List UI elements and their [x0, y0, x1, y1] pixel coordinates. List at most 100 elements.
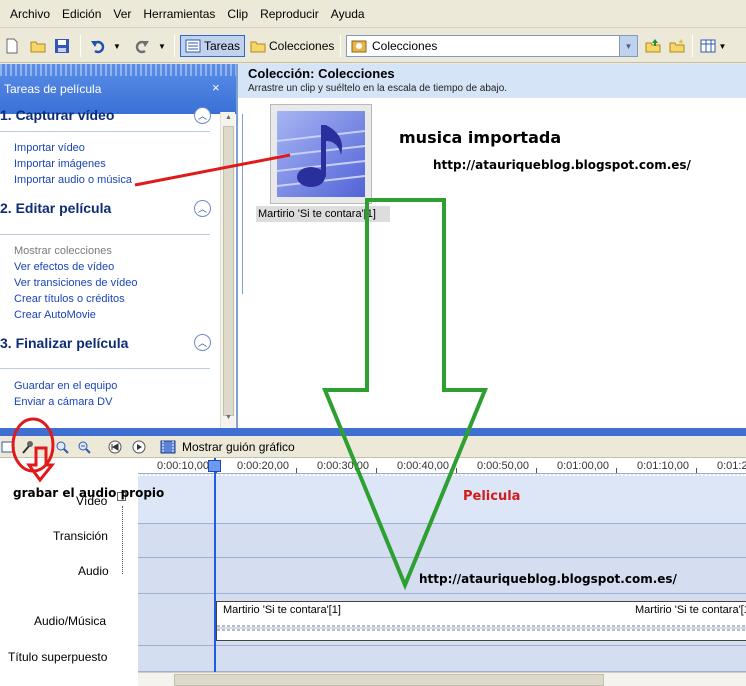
task-send-dv[interactable]: Enviar a cámara DV [14, 396, 112, 408]
tick-label: 0:00:10,00 [157, 460, 209, 472]
menu-ver[interactable]: Ver [107, 0, 137, 28]
redo-dropdown-button[interactable]: ▼ [157, 35, 167, 57]
menu-archivo[interactable]: Archivo [4, 0, 56, 28]
timeline-icon [1, 441, 15, 453]
menu-edicion[interactable]: Edición [56, 0, 107, 28]
close-icon[interactable]: × [212, 80, 220, 95]
task-pane-scrollbar[interactable]: ▲ ▼ [220, 112, 235, 428]
task-import-audio[interactable]: Importar audio o música [14, 174, 132, 186]
task-pane-title: Tareas de película [4, 82, 102, 96]
collapse-up-icon[interactable]: ︿ [194, 107, 211, 124]
annotation-grabar: grabar el audio propio [13, 486, 165, 500]
section-divider [0, 234, 210, 235]
collections-button[interactable]: Colecciones [246, 35, 338, 57]
collapse-up-icon[interactable]: ︿ [194, 200, 211, 217]
film-strip-icon [160, 440, 176, 454]
section-divider [0, 368, 210, 369]
tasks-toggle-button[interactable]: Tareas [180, 35, 246, 57]
tick-mark [376, 468, 377, 473]
task-show-collections: Mostrar colecciones [14, 245, 112, 257]
timeline-toolbar: Mostrar guión gráfico [0, 436, 746, 458]
scrollbar-thumb[interactable] [223, 126, 234, 416]
track-label-title-overlay: Título superpuesto [8, 650, 108, 664]
zoom-in-button[interactable] [54, 439, 70, 455]
task-list-icon [185, 39, 201, 53]
annotation-pelicula: Pelicula [463, 489, 521, 504]
undo-dropdown-button[interactable]: ▼ [112, 35, 122, 57]
menu-reproducir[interactable]: Reproducir [254, 0, 325, 28]
collection-select[interactable]: Colecciones ▼ [346, 35, 638, 57]
zoom-in-icon [56, 441, 69, 454]
menu-herramientas[interactable]: Herramientas [137, 0, 221, 28]
collection-title: Colección: Colecciones [248, 66, 395, 81]
new-file-icon [6, 38, 18, 54]
chevron-down-icon: ▼ [113, 41, 121, 51]
collections-label: Colecciones [269, 39, 335, 53]
tick-label: 0:00:40,00 [397, 460, 449, 472]
task-video-transitions[interactable]: Ver transiciones de vídeo [14, 277, 138, 289]
time-ruler[interactable]: 0:00:10,00 0:00:20,00 0:00:30,00 0:00:40… [138, 458, 746, 474]
open-project-button[interactable] [29, 35, 47, 57]
music-clip[interactable]: Martirio 'Si te contara'[1] Martirio 'Si… [216, 601, 746, 641]
track-bracket [122, 506, 123, 574]
task-video-effects[interactable]: Ver efectos de vídeo [14, 261, 114, 273]
tick-label: 0:00:30,00 [317, 460, 369, 472]
movie-tasks-pane: Tareas de película × 1. Capturar vídeo ︿… [0, 64, 236, 428]
undo-button[interactable] [88, 35, 108, 57]
task-titles-credits[interactable]: Crear títulos o créditos [14, 293, 125, 305]
menu-ayuda[interactable]: Ayuda [325, 0, 371, 28]
playhead[interactable] [214, 458, 216, 672]
menu-bar: Archivo Edición Ver Herramientas Clip Re… [0, 0, 746, 28]
up-level-button[interactable] [644, 35, 662, 57]
music-clip-label-2: Martirio 'Si te contara'[1 [635, 604, 746, 616]
rewind-button[interactable] [107, 439, 123, 455]
task-import-images[interactable]: Importar imágenes [14, 158, 106, 170]
play-timeline-button[interactable] [131, 439, 147, 455]
save-project-button[interactable] [53, 35, 71, 57]
main-toolbar: ▼ ▼ Tareas Colecciones Colecciones ▼ ▼ [0, 29, 746, 63]
transition-track[interactable] [138, 524, 746, 558]
collapse-up-icon[interactable]: ︿ [194, 334, 211, 351]
collection-header: Colección: Colecciones Arrastre un clip … [238, 64, 746, 98]
rewind-icon [108, 440, 122, 454]
tick-label: 0:01:00,00 [557, 460, 609, 472]
section-divider [0, 131, 210, 132]
title-overlay-track[interactable] [138, 646, 746, 672]
timeline-view-button[interactable] [0, 439, 16, 455]
new-collection-button[interactable] [668, 35, 686, 57]
menu-clip[interactable]: Clip [221, 0, 254, 28]
section-edit-title[interactable]: 2. Editar película [0, 200, 111, 216]
collection-divider [242, 114, 243, 294]
music-clip-label: Martirio 'Si te contara'[1] [223, 604, 341, 616]
task-import-video[interactable]: Importar vídeo [14, 142, 85, 154]
scrollbar-thumb[interactable] [174, 674, 604, 686]
task-automovie[interactable]: Crear AutoMovie [14, 309, 96, 321]
new-project-button[interactable] [4, 35, 20, 57]
zoom-out-button[interactable] [76, 439, 92, 455]
scroll-up-icon[interactable]: ▲ [223, 114, 234, 126]
track-label-music: Audio/Música [34, 614, 107, 628]
view-options-button[interactable]: ▼ [698, 35, 728, 57]
video-track[interactable] [138, 474, 746, 524]
timeline[interactable]: 0:00:10,00 0:00:20,00 0:00:30,00 0:00:40… [138, 458, 746, 672]
scroll-down-icon[interactable]: ▼ [223, 414, 234, 426]
collection-pane: Colección: Colecciones Arrastre un clip … [236, 64, 746, 428]
redo-button[interactable] [132, 35, 152, 57]
folder-up-icon [645, 39, 661, 53]
toolbar-separator [80, 35, 81, 57]
storyboard-button[interactable] [160, 439, 176, 455]
collection-select-value: Colecciones [372, 39, 438, 53]
audio-clip-thumbnail[interactable] [270, 104, 372, 204]
tick-label: 0:00:20,00 [237, 460, 289, 472]
playhead-handle[interactable] [208, 460, 221, 472]
pane-divider[interactable] [0, 428, 746, 436]
clip-label[interactable]: Martirio 'Si te contara'[1] [256, 206, 390, 222]
section-capture-title[interactable]: 1. Capturar vídeo [0, 107, 114, 123]
section-finish-title[interactable]: 3. Finalizar película [0, 335, 128, 351]
chevron-down-icon: ▼ [619, 36, 637, 56]
timeline-scrollbar[interactable] [138, 672, 746, 686]
zoom-out-icon [78, 441, 91, 454]
narrate-timeline-button[interactable] [20, 439, 36, 455]
task-save-computer[interactable]: Guardar en el equipo [14, 380, 117, 392]
show-storyboard-label[interactable]: Mostrar guión gráfico [182, 440, 295, 454]
